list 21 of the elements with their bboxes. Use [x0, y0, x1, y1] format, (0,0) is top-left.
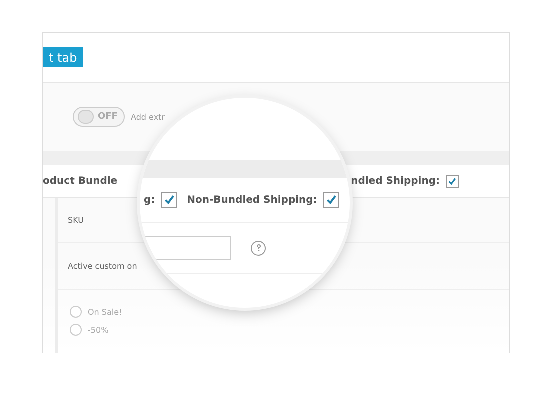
- radio-button[interactable]: [70, 324, 82, 336]
- toggle-switch[interactable]: OFF: [73, 107, 125, 127]
- shipping-label: ndled Shipping:: [351, 176, 440, 186]
- checkbox[interactable]: [161, 192, 178, 208]
- checkmark-icon: [326, 194, 337, 206]
- tab-button[interactable]: t tab: [43, 47, 84, 67]
- checkmark-icon: [448, 176, 457, 186]
- checkbox[interactable]: [323, 192, 340, 208]
- input-field[interactable]: [144, 236, 231, 260]
- toggle-description: Add extr: [131, 112, 165, 122]
- shipping-label: g:: [144, 194, 156, 206]
- radio-button[interactable]: [70, 306, 82, 318]
- sku-label: SKU: [68, 216, 84, 224]
- checkmark-icon: [164, 194, 175, 206]
- checkbox[interactable]: [446, 174, 459, 188]
- option-label: On Sale!: [88, 308, 122, 316]
- help-icon[interactable]: [251, 240, 266, 256]
- option-label: -50%: [88, 326, 109, 334]
- shipping-label: Non-Bundled Shipping:: [187, 194, 318, 206]
- custom-label: Active custom on: [68, 262, 138, 270]
- section-title: oduct Bundle: [43, 176, 118, 186]
